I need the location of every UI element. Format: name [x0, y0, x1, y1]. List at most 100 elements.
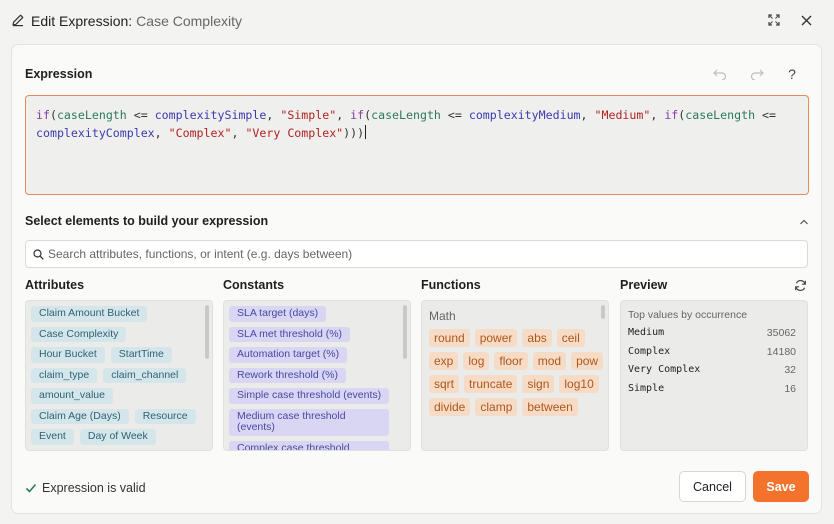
preview-value: Complex	[628, 345, 671, 357]
undo-button[interactable]	[711, 65, 729, 83]
functions-header: Functions	[421, 278, 481, 292]
search-icon	[33, 249, 44, 260]
function-chip[interactable]: truncate	[464, 375, 518, 393]
constant-chip[interactable]: Medium case threshold (events)	[229, 408, 389, 436]
attribute-chip[interactable]: Day of Week	[79, 429, 156, 445]
expression-token: "Complex"	[168, 125, 232, 140]
function-chip[interactable]: round	[429, 329, 470, 347]
attribute-chip[interactable]: Claim Age (Days)	[31, 408, 129, 424]
function-chip[interactable]: between	[522, 398, 578, 416]
cancel-button[interactable]: Cancel	[679, 471, 746, 502]
function-chip[interactable]: floor	[494, 352, 528, 370]
constants-chips: SLA target (days) SLA met threshold (%) Au…	[229, 306, 398, 450]
function-chip[interactable]: ceil	[556, 329, 585, 347]
attribute-chip[interactable]: Resource	[134, 408, 196, 424]
expression-token: ,	[650, 108, 665, 122]
preview-count: 16	[784, 382, 796, 395]
expression-token: (	[49, 108, 57, 122]
constant-chip[interactable]: Rework threshold (%)	[229, 367, 346, 383]
close-icon	[801, 15, 811, 25]
attributes-header: Attributes	[25, 278, 85, 292]
function-chip[interactable]: divide	[429, 398, 471, 416]
functions-scrollbar[interactable]	[601, 305, 605, 319]
validation-text: Expression is valid	[42, 481, 146, 495]
expression-token: caseLength	[56, 108, 127, 122]
function-chip[interactable]: exp	[429, 352, 459, 370]
preview-value: Simple	[628, 382, 665, 394]
expression-token: "Very Complex"	[245, 125, 344, 140]
preview-count: 35062	[766, 327, 796, 339]
expression-token: caseLength	[685, 108, 756, 122]
expression-token: caseLength	[371, 108, 441, 122]
function-chip[interactable]: log10	[559, 375, 599, 393]
attribute-chip[interactable]: Hour Bucket	[31, 347, 105, 363]
expression-token: complexitySimple	[154, 108, 267, 122]
search-box	[25, 240, 808, 268]
function-chip[interactable]: power	[474, 329, 518, 347]
functions-list[interactable]: Math round power abs ceil exp log floor mod pow s…	[421, 300, 609, 451]
attributes-scrollbar[interactable]	[205, 305, 209, 359]
refresh-icon[interactable]	[794, 279, 807, 292]
expression-token: if	[350, 108, 365, 122]
undo-icon	[713, 69, 727, 80]
functions-chips: round power abs ceil exp log floor mod pow sqrt tr…	[429, 329, 604, 416]
builder-label: Select elements to build your expression	[25, 214, 269, 228]
preview-count: 14180	[766, 345, 796, 358]
close-button[interactable]	[798, 12, 814, 28]
expand-button[interactable]	[766, 12, 782, 28]
search-input[interactable]	[48, 241, 798, 267]
text-caret	[365, 124, 367, 139]
expand-icon	[768, 14, 780, 26]
title-bar: Edit Expression: Case Complexity	[0, 0, 834, 42]
expression-token: if	[664, 108, 679, 122]
help-button[interactable]: ?	[783, 65, 801, 83]
expression-token: ,	[336, 108, 351, 122]
constant-chip[interactable]: Simple case threshold (events)	[229, 388, 390, 404]
constant-chip[interactable]: Complex case threshold	[229, 440, 389, 450]
function-chip[interactable]: mod	[532, 352, 567, 370]
constant-chip[interactable]: SLA met threshold (%)	[229, 326, 351, 342]
attribute-chip[interactable]: amount_value	[31, 388, 113, 404]
preview-value: Very Complex	[628, 364, 701, 375]
attribute-chip[interactable]: Event	[31, 429, 74, 445]
preview-value: Medium	[628, 327, 665, 338]
constant-chip[interactable]: SLA target (days)	[229, 306, 327, 322]
attribute-chip[interactable]: Case Complexity	[31, 326, 127, 342]
preview-count: 32	[784, 364, 796, 376]
function-chip[interactable]: pow	[571, 352, 604, 370]
expression-token: )))	[343, 125, 365, 140]
dialog-title-subject: Case Complexity	[136, 13, 242, 29]
chevron-up-icon[interactable]	[798, 216, 810, 228]
function-chip[interactable]: abs	[522, 329, 552, 347]
redo-icon	[750, 69, 764, 80]
expression-token: ,	[266, 108, 281, 122]
attribute-chip[interactable]: StartTime	[110, 347, 172, 363]
expression-token: "Simple"	[280, 108, 337, 122]
preview-subheader: Top values by occurrence	[628, 309, 748, 321]
function-chip[interactable]: sqrt	[429, 375, 460, 393]
constants-scrollbar[interactable]	[403, 305, 407, 359]
redo-button[interactable]	[748, 65, 766, 83]
expression-token: ,	[580, 108, 595, 122]
expression-editor[interactable]: if(caseLength <= complexitySimple, "Simp…	[25, 95, 809, 195]
save-button[interactable]: Save	[753, 471, 809, 502]
expression-label: Expression	[25, 67, 93, 81]
attributes-list[interactable]: Claim Amount Bucket Case Complexity Hour B…	[25, 300, 213, 451]
expression-token: "Medium"	[594, 108, 651, 122]
dialog-title: Edit Expression: Case Complexity	[31, 13, 242, 29]
function-chip[interactable]: clamp	[475, 398, 518, 416]
attribute-chip[interactable]: claim_type	[31, 367, 98, 383]
constants-list[interactable]: SLA target (days) SLA met threshold (%) Au…	[223, 300, 411, 451]
expression-token: ,	[231, 125, 246, 140]
expression-token: ,	[154, 125, 169, 140]
constant-chip[interactable]: Automation target (%)	[229, 347, 348, 363]
attribute-chip[interactable]: claim_channel	[103, 367, 187, 383]
preview-header: Preview	[620, 278, 668, 292]
expression-panel: Expression ? if(caseLength <= complexity…	[11, 44, 822, 514]
function-chip[interactable]: sign	[522, 375, 555, 393]
expression-token: complexityComplex	[36, 125, 155, 140]
check-icon	[25, 483, 37, 493]
expression-token: complexityMedium	[468, 108, 581, 122]
attribute-chip[interactable]: Claim Amount Bucket	[31, 306, 148, 322]
function-chip[interactable]: log	[463, 352, 490, 370]
